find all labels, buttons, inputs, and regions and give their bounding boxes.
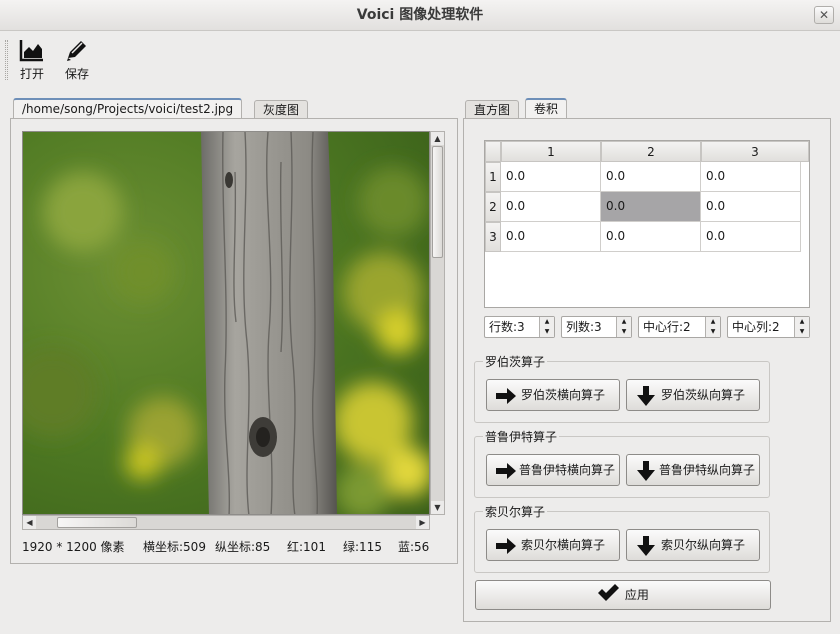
vertical-scroll-thumb[interactable] <box>432 146 443 258</box>
blue-value: 蓝:56 <box>398 540 430 554</box>
center-col-spinner-value: 中心列:2 <box>732 320 780 334</box>
spinner-arrows-icon[interactable]: ▲ ▼ <box>539 317 554 337</box>
center-col-spinner[interactable]: 中心列:2 ▲ ▼ <box>727 316 810 338</box>
rows-spinner-value: 行数:3 <box>489 320 525 334</box>
kernel-cell-1-1[interactable]: 0.0 <box>501 162 601 192</box>
sobel-vertical-label: 索贝尔纵向算子 <box>661 538 746 552</box>
save-button[interactable]: 保存 <box>57 36 97 84</box>
horizontal-scrollbar[interactable]: ◀ ▶ <box>22 515 430 530</box>
kernel-cell-2-3[interactable]: 0.0 <box>701 192 801 222</box>
scroll-up-icon[interactable]: ▲ <box>431 132 444 145</box>
open-button[interactable]: 打开 <box>12 36 52 84</box>
arrow-down-icon <box>637 386 655 406</box>
kernel-cell-1-3[interactable]: 0.0 <box>701 162 801 192</box>
window-title: Voici 图像处理软件 <box>356 7 484 23</box>
prewitt-group-title: 普鲁伊特算子 <box>483 428 560 445</box>
center-row-spinner[interactable]: 中心行:2 ▲ ▼ <box>638 316 721 338</box>
tab-grayscale-label: 灰度图 <box>263 103 300 117</box>
arrow-right-icon <box>496 388 516 404</box>
sobel-group-title: 索贝尔算子 <box>483 503 548 520</box>
center-row-spinner-value: 中心行:2 <box>643 320 691 334</box>
image-view[interactable] <box>22 131 430 515</box>
column-header-2[interactable]: 2 <box>601 141 701 162</box>
pen-icon <box>67 41 86 61</box>
title-bar: Voici 图像处理软件 ✕ <box>0 0 840 31</box>
roberts-horizontal-label: 罗伯茨横向算子 <box>521 388 606 402</box>
x-coordinate: 横坐标:509 <box>143 540 206 554</box>
spinner-arrows-icon[interactable]: ▲ ▼ <box>794 317 809 337</box>
kernel-cell-1-2[interactable]: 0.0 <box>601 162 701 192</box>
row-header-2[interactable]: 2 <box>485 192 501 222</box>
green-value: 绿:115 <box>343 540 382 554</box>
image-size: 1920 * 1200 像素 <box>22 540 125 554</box>
sobel-horizontal-button[interactable]: 索贝尔横向算子 <box>486 529 620 561</box>
kernel-cell-2-1[interactable]: 0.0 <box>501 192 601 222</box>
sobel-vertical-button[interactable]: 索贝尔纵向算子 <box>626 529 760 561</box>
save-label: 保存 <box>64 67 89 81</box>
open-label: 打开 <box>19 67 44 81</box>
roberts-vertical-label: 罗伯茨纵向算子 <box>661 388 746 402</box>
kernel-cell-3-2[interactable]: 0.0 <box>601 222 701 252</box>
vertical-scrollbar[interactable]: ▲ ▼ <box>430 131 445 515</box>
tab-image-path[interactable]: /home/song/Projects/voici/test2.jpg <box>13 98 243 119</box>
toolbar-grip[interactable] <box>5 40 8 80</box>
scroll-down-icon[interactable]: ▼ <box>431 501 444 514</box>
kernel-cell-3-1[interactable]: 0.0 <box>501 222 601 252</box>
tab-image-path-label: /home/song/Projects/voici/test2.jpg <box>22 102 234 116</box>
rows-spinner[interactable]: 行数:3 ▲ ▼ <box>484 316 555 338</box>
arrow-down-icon <box>637 461 655 481</box>
prewitt-vertical-label: 普鲁伊特纵向算子 <box>659 463 756 477</box>
table-corner <box>485 141 501 162</box>
row-header-3[interactable]: 3 <box>485 222 501 252</box>
prewitt-horizontal-button[interactable]: 普鲁伊特横向算子 <box>486 454 620 486</box>
photo-image <box>23 132 429 514</box>
prewitt-horizontal-label: 普鲁伊特横向算子 <box>519 463 616 477</box>
toolbar: 打开 保存 <box>0 32 840 88</box>
kernel-cell-3-3[interactable]: 0.0 <box>701 222 801 252</box>
sobel-horizontal-label: 索贝尔横向算子 <box>521 538 606 552</box>
tab-convolution-label: 卷积 <box>534 102 559 116</box>
tab-convolution[interactable]: 卷积 <box>525 98 568 119</box>
close-icon[interactable]: ✕ <box>814 6 834 24</box>
prewitt-vertical-button[interactable]: 普鲁伊特纵向算子 <box>626 454 760 486</box>
row-header-1[interactable]: 1 <box>485 162 501 192</box>
arrow-right-icon <box>496 463 516 479</box>
tab-histogram-label: 直方图 <box>474 103 511 117</box>
column-header-3[interactable]: 3 <box>701 141 809 162</box>
area-chart-icon <box>19 40 43 62</box>
roberts-horizontal-button[interactable]: 罗伯茨横向算子 <box>486 379 620 411</box>
scroll-left-icon[interactable]: ◀ <box>23 516 36 529</box>
cols-spinner[interactable]: 列数:3 ▲ ▼ <box>561 316 632 338</box>
tab-grayscale[interactable]: 灰度图 <box>254 100 309 120</box>
spinner-arrows-icon[interactable]: ▲ ▼ <box>616 317 631 337</box>
apply-button[interactable]: 应用 <box>475 580 771 610</box>
cols-spinner-value: 列数:3 <box>566 320 602 334</box>
column-header-1[interactable]: 1 <box>501 141 601 162</box>
y-coordinate: 纵坐标:85 <box>215 540 271 554</box>
arrow-right-icon <box>496 538 516 554</box>
apply-label: 应用 <box>624 588 649 602</box>
kernel-table[interactable]: 1 2 3 1 2 3 0.0 0.0 0.0 0.0 0.0 0.0 0.0 … <box>484 140 810 308</box>
red-value: 红:101 <box>287 540 326 554</box>
scroll-right-icon[interactable]: ▶ <box>416 516 429 529</box>
roberts-vertical-button[interactable]: 罗伯茨纵向算子 <box>626 379 760 411</box>
spinner-arrows-icon[interactable]: ▲ ▼ <box>705 317 720 337</box>
arrow-down-icon <box>637 536 655 556</box>
tab-histogram[interactable]: 直方图 <box>465 100 520 120</box>
kernel-cell-2-2[interactable]: 0.0 <box>601 192 701 222</box>
roberts-group-title: 罗伯茨算子 <box>483 353 548 370</box>
horizontal-scroll-thumb[interactable] <box>57 517 137 528</box>
checkmark-icon <box>598 584 620 601</box>
